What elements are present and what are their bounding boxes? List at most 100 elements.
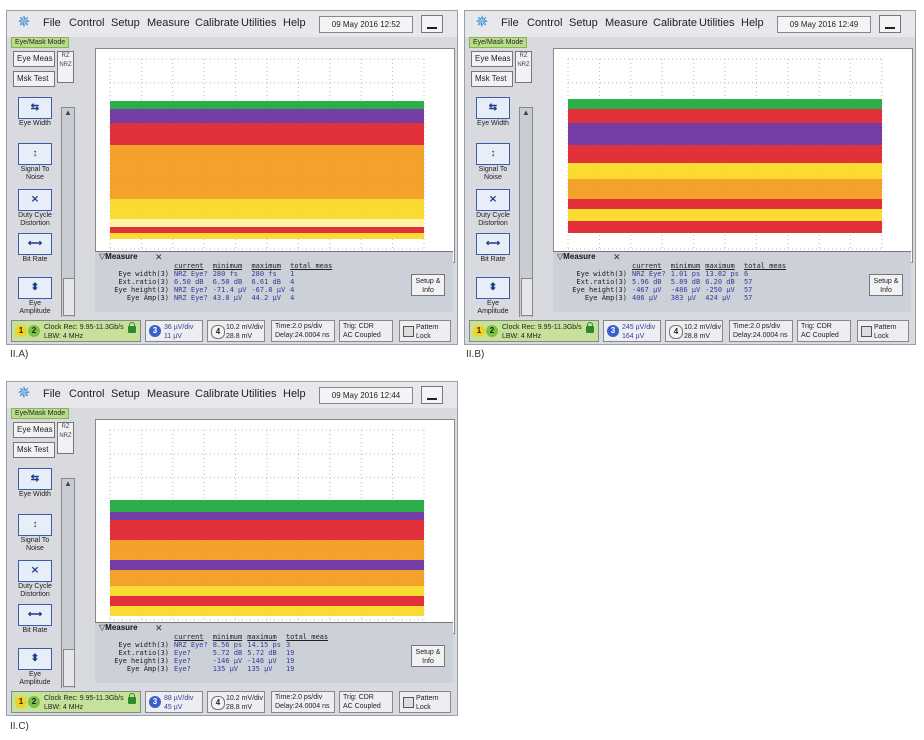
setup-info-button[interactable]: Setup & Info bbox=[869, 274, 903, 296]
tool-duty-cycle-distortion[interactable]: ⨯ Duty Cycle Distortion bbox=[13, 560, 57, 599]
menu-utilities[interactable]: Utilities bbox=[241, 388, 276, 400]
status-bar: 1 2 Clock Rec: 9.95-11.3Gb/s LBW: 4 MHz 3 88 … bbox=[7, 688, 457, 715]
menu-control[interactable]: Control bbox=[527, 17, 562, 29]
channel-4-box[interactable]: 4 10.2 mV/div 28.8 mV bbox=[665, 320, 723, 342]
tool-bit-rate[interactable]: ⟷ Bit Rate bbox=[13, 233, 57, 264]
menu-help[interactable]: Help bbox=[741, 17, 764, 29]
tool-label: Duty Cycle Distortion bbox=[476, 212, 510, 227]
tool-eye-width[interactable]: ⇆ Eye Width bbox=[13, 468, 57, 499]
channel-3-offset: 164 µV bbox=[622, 333, 645, 340]
rz-nrz-toggle[interactable]: RZ NRZ bbox=[515, 51, 532, 83]
sidebar-scrollbar[interactable]: ▲▼ bbox=[61, 107, 75, 327]
menu-help[interactable]: Help bbox=[283, 17, 306, 29]
menu-file[interactable]: File bbox=[43, 17, 61, 29]
channel-4-box[interactable]: 4 10.2 mV/div 28.8 mV bbox=[207, 320, 265, 342]
trigger-box[interactable]: Trig: CDR AC Coupled bbox=[797, 320, 851, 342]
menu-calibrate[interactable]: Calibrate bbox=[195, 17, 239, 29]
lock-label: Lock bbox=[416, 333, 431, 340]
msk-test-button[interactable]: Msk Test bbox=[13, 71, 55, 87]
tool-duty-cycle-distortion[interactable]: ⨯ Duty Cycle Distortion bbox=[13, 189, 57, 228]
menu-setup[interactable]: Setup bbox=[111, 388, 140, 400]
menu-calibrate[interactable]: Calibrate bbox=[653, 17, 697, 29]
lock-label: Lock bbox=[416, 704, 431, 711]
table-cell: 383 µV bbox=[670, 294, 697, 302]
table-cell: -67.8 µV bbox=[251, 286, 286, 294]
eye-density-band bbox=[568, 109, 882, 123]
scroll-up-icon[interactable]: ▲ bbox=[62, 108, 74, 118]
pattern-lock-button[interactable]: Pattern Lock bbox=[399, 691, 451, 713]
menu-utilities[interactable]: Utilities bbox=[241, 17, 276, 29]
sidebar-scrollbar[interactable]: ▲▼ bbox=[519, 107, 533, 327]
trigger-box[interactable]: Trig: CDR AC Coupled bbox=[339, 320, 393, 342]
table-cell: 44.2 µV bbox=[251, 294, 281, 302]
scroll-thumb[interactable] bbox=[521, 278, 533, 316]
eye-meas-button[interactable]: Eye Meas bbox=[13, 51, 55, 67]
channel-3-box[interactable]: 3 88 µV/div 45 µV bbox=[145, 691, 203, 713]
menu-measure[interactable]: Measure bbox=[147, 388, 190, 400]
scroll-thumb[interactable] bbox=[63, 278, 75, 316]
menu-help[interactable]: Help bbox=[283, 388, 306, 400]
timebase-box[interactable]: Time:2.0 ps/div Delay:24.0004 ns bbox=[271, 691, 335, 713]
measure-title[interactable]: Measure bbox=[99, 252, 137, 261]
eye-diagram-display[interactable] bbox=[95, 48, 455, 263]
tool-eye-amplitude[interactable]: ⬍ Eye Amplitude bbox=[13, 277, 57, 316]
clock-recovery-box[interactable]: 1 2 Clock Rec: 9.95-11.3Gb/s LBW: 4 MHz bbox=[11, 691, 141, 713]
tool-signal-to-noise[interactable]: ↕ Signal To Noise bbox=[471, 143, 515, 182]
msk-test-button[interactable]: Msk Test bbox=[13, 442, 55, 458]
menu-measure[interactable]: Measure bbox=[605, 17, 648, 29]
measure-title[interactable]: Measure bbox=[99, 623, 137, 632]
menu-utilities[interactable]: Utilities bbox=[699, 17, 734, 29]
timebase-box[interactable]: Time:2.0 ps/div Delay:24.0004 ns bbox=[271, 320, 335, 342]
menu-setup[interactable]: Setup bbox=[111, 17, 140, 29]
channel-3-box[interactable]: 3 36 µV/div 11 µV bbox=[145, 320, 203, 342]
trigger-box[interactable]: Trig: CDR AC Coupled bbox=[339, 691, 393, 713]
menu-bar: ✵ File Control Setup Measure Calibrate Utiliti… bbox=[7, 382, 457, 408]
tool-eye-amplitude[interactable]: ⬍ Eye Amplitude bbox=[471, 277, 515, 316]
measure-title[interactable]: Measure bbox=[557, 252, 595, 261]
pattern-lock-button[interactable]: Pattern Lock bbox=[857, 320, 909, 342]
channel-3-box[interactable]: 3 245 µV/div 164 µV bbox=[603, 320, 661, 342]
eye-meas-button[interactable]: Eye Meas bbox=[13, 422, 55, 438]
measure-pane: Measure✕currentminimummaximumtotal measE… bbox=[553, 251, 911, 312]
tool-signal-to-noise[interactable]: ↕ Signal To Noise bbox=[13, 143, 57, 182]
scroll-up-icon[interactable]: ▲ bbox=[62, 479, 74, 489]
menu-setup[interactable]: Setup bbox=[569, 17, 598, 29]
setup-info-button[interactable]: Setup & Info bbox=[411, 274, 445, 296]
clock-recovery-box[interactable]: 1 2 Clock Rec: 9.95-11.3Gb/s LBW: 4 MHz bbox=[469, 320, 599, 342]
tool-eye-width[interactable]: ⇆ Eye Width bbox=[471, 97, 515, 128]
menu-measure[interactable]: Measure bbox=[147, 17, 190, 29]
timebase-box[interactable]: Time:2.0 ps/div Delay:24.0004 ns bbox=[729, 320, 793, 342]
tool-duty-cycle-distortion[interactable]: ⨯ Duty Cycle Distortion bbox=[471, 189, 515, 228]
sidebar-scrollbar[interactable]: ▲▼ bbox=[61, 478, 75, 698]
tool-bit-rate[interactable]: ⟷ Bit Rate bbox=[471, 233, 515, 264]
setup-info-button[interactable]: Setup & Info bbox=[411, 645, 445, 667]
scroll-thumb[interactable] bbox=[63, 649, 75, 687]
menu-file[interactable]: File bbox=[43, 388, 61, 400]
pattern-lock-button[interactable]: Pattern Lock bbox=[399, 320, 451, 342]
rz-nrz-toggle[interactable]: RZ NRZ bbox=[57, 51, 74, 83]
clock-recovery-box[interactable]: 1 2 Clock Rec: 9.95-11.3Gb/s LBW: 4 MHz bbox=[11, 320, 141, 342]
menu-calibrate[interactable]: Calibrate bbox=[195, 388, 239, 400]
tool-eye-amplitude[interactable]: ⬍ Eye Amplitude bbox=[13, 648, 57, 687]
minimize-button[interactable] bbox=[879, 15, 901, 33]
minimize-button[interactable] bbox=[421, 386, 443, 404]
tool-bit-rate[interactable]: ⟷ Bit Rate bbox=[13, 604, 57, 635]
minimize-button[interactable] bbox=[421, 15, 443, 33]
menu-file[interactable]: File bbox=[501, 17, 519, 29]
eye-meas-button[interactable]: Eye Meas bbox=[471, 51, 513, 67]
channel-chips: 12 bbox=[15, 325, 40, 337]
tool-eye-width[interactable]: ⇆ Eye Width bbox=[13, 97, 57, 128]
duty-cycle-distortion-icon: ⨯ bbox=[18, 560, 52, 582]
eye-diagram-display[interactable] bbox=[95, 419, 455, 634]
menu-control[interactable]: Control bbox=[69, 17, 104, 29]
rz-nrz-toggle[interactable]: RZ NRZ bbox=[57, 422, 74, 454]
msk-test-button[interactable]: Msk Test bbox=[471, 71, 513, 87]
eye-density-band bbox=[110, 219, 424, 227]
tool-signal-to-noise[interactable]: ↕ Signal To Noise bbox=[13, 514, 57, 553]
eye-density-band bbox=[110, 101, 424, 109]
bit-rate-icon: ⟷ bbox=[18, 604, 52, 626]
scroll-up-icon[interactable]: ▲ bbox=[520, 108, 532, 118]
menu-control[interactable]: Control bbox=[69, 388, 104, 400]
channel-4-box[interactable]: 4 10.2 mV/div 28.8 mV bbox=[207, 691, 265, 713]
eye-diagram-display[interactable] bbox=[553, 48, 913, 263]
